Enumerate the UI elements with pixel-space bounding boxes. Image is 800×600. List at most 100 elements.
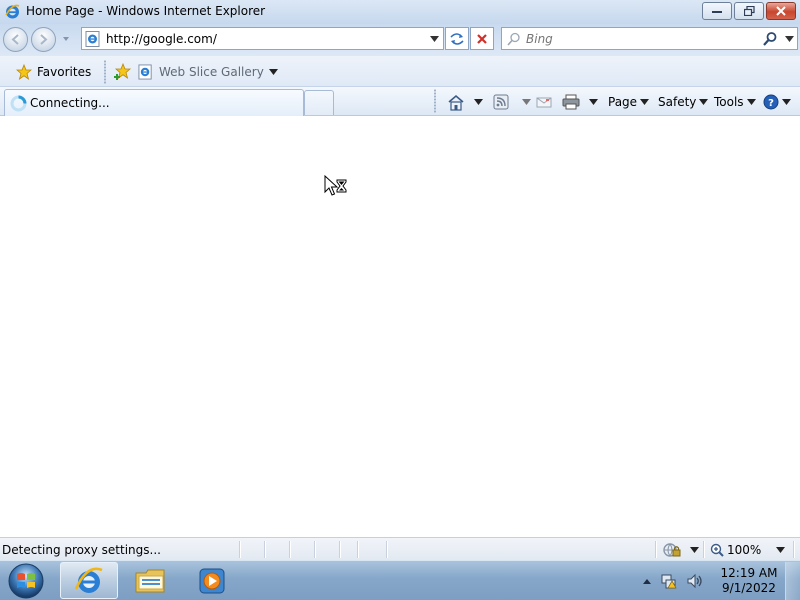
- page-menu[interactable]: Page: [608, 91, 650, 113]
- svg-text:?: ?: [768, 98, 774, 109]
- chevron-down-icon: [589, 99, 598, 105]
- status-divider: [314, 541, 315, 558]
- address-bar[interactable]: [81, 27, 444, 50]
- add-favorite-icon[interactable]: [113, 63, 133, 81]
- chevron-down-icon: [782, 99, 791, 105]
- show-desktop-button[interactable]: [785, 562, 800, 600]
- url-input[interactable]: [106, 32, 426, 46]
- stop-icon: [477, 33, 487, 44]
- forward-arrow-icon: [40, 34, 48, 45]
- folder-icon: [135, 569, 165, 592]
- chevron-down-icon: [690, 547, 699, 553]
- restore-button[interactable]: [734, 2, 764, 20]
- window-title: Home Page - Windows Internet Explorer: [26, 4, 266, 18]
- read-mail-button[interactable]: [536, 91, 552, 113]
- zoom-level: 100%: [727, 543, 762, 557]
- new-tab-button[interactable]: [304, 90, 334, 115]
- chevron-down-icon: [746, 99, 756, 105]
- feeds-button[interactable]: [493, 91, 531, 113]
- taskbar-clock[interactable]: 12:19 AM 9/1/2022: [716, 566, 782, 596]
- search-box[interactable]: [501, 27, 798, 50]
- feeds-icon: [493, 94, 509, 110]
- print-icon: [562, 94, 580, 110]
- restore-icon: [743, 6, 755, 16]
- zoom-button[interactable]: 100%: [710, 541, 786, 559]
- navigation-bar: [0, 24, 800, 56]
- stop-button[interactable]: [470, 27, 494, 50]
- favorites-star-icon: [16, 64, 32, 80]
- help-menu[interactable]: ?: [763, 91, 791, 113]
- status-divider: [386, 541, 387, 558]
- safety-menu-label: Safety: [658, 95, 697, 109]
- show-hidden-icons-icon[interactable]: [642, 577, 652, 585]
- status-text: Detecting proxy settings...: [2, 543, 161, 557]
- address-dropdown-icon[interactable]: [430, 35, 439, 43]
- protected-mode-button[interactable]: [662, 541, 699, 559]
- network-icon[interactable]: [660, 572, 678, 590]
- status-divider: [239, 541, 240, 558]
- close-icon: [776, 6, 786, 16]
- back-arrow-icon: [11, 34, 19, 45]
- ie-page-icon: [138, 64, 152, 80]
- favorites-bar: Favorites Web Slice Gallery: [0, 56, 800, 87]
- recent-pages-dropdown-icon[interactable]: [60, 33, 72, 45]
- status-divider: [289, 541, 290, 558]
- tab-title: Connecting...: [30, 96, 110, 110]
- minimize-button[interactable]: [702, 2, 732, 20]
- chevron-down-icon: [640, 99, 650, 105]
- search-options-dropdown-icon[interactable]: [785, 35, 794, 43]
- tab-bar: Connecting... Page Safety Tools ?: [0, 87, 800, 116]
- busy-cursor-icon: [324, 175, 347, 196]
- volume-icon[interactable]: [686, 572, 704, 590]
- print-button[interactable]: [562, 91, 598, 113]
- web-slice-gallery-link[interactable]: Web Slice Gallery: [138, 61, 278, 83]
- status-bar: Detecting proxy settings... 100%: [0, 537, 800, 560]
- favorites-label: Favorites: [37, 65, 92, 79]
- system-tray: [642, 567, 704, 595]
- toolbar-separator: [104, 60, 106, 84]
- status-divider: [357, 541, 358, 558]
- ie-icon: [5, 4, 20, 19]
- refresh-button[interactable]: [445, 27, 469, 50]
- status-divider: [655, 541, 656, 558]
- search-icon[interactable]: [762, 31, 778, 47]
- status-divider: [264, 541, 265, 558]
- chevron-down-icon: [522, 99, 531, 105]
- favorites-button[interactable]: Favorites: [10, 61, 97, 83]
- forward-button[interactable]: [31, 27, 56, 52]
- toolbar-separator: [434, 89, 436, 113]
- minimize-icon: [712, 11, 722, 13]
- search-input[interactable]: [526, 32, 756, 46]
- taskbar-media-player[interactable]: [183, 562, 241, 599]
- mail-icon: [536, 97, 552, 107]
- tab-connecting[interactable]: Connecting...: [4, 89, 304, 116]
- loading-spinner-icon: [10, 95, 27, 112]
- media-player-icon: [199, 568, 225, 593]
- page-menu-label: Page: [608, 95, 638, 109]
- start-button[interactable]: [6, 562, 46, 600]
- back-button[interactable]: [3, 27, 28, 52]
- taskbar-internet-explorer[interactable]: [60, 562, 118, 599]
- clock-date: 9/1/2022: [722, 581, 776, 595]
- chevron-down-icon: [268, 69, 278, 75]
- refresh-icon: [450, 32, 464, 45]
- status-divider: [703, 541, 704, 558]
- tools-menu[interactable]: Tools: [714, 91, 756, 113]
- chevron-down-icon: [776, 547, 786, 553]
- help-icon: ?: [763, 94, 779, 110]
- close-button[interactable]: [766, 2, 796, 20]
- page-content[interactable]: [0, 117, 800, 537]
- status-divider: [793, 541, 794, 558]
- ie-page-icon: [85, 31, 100, 47]
- chevron-down-icon: [474, 99, 483, 105]
- taskbar: 12:19 AM 9/1/2022: [0, 560, 800, 600]
- search-provider-icon: [507, 32, 520, 46]
- title-bar[interactable]: Home Page - Windows Internet Explorer: [0, 0, 800, 24]
- chevron-down-icon: [699, 99, 709, 105]
- tools-menu-label: Tools: [714, 95, 744, 109]
- status-divider: [339, 541, 340, 558]
- ie-icon: [74, 567, 103, 593]
- home-button[interactable]: [447, 91, 483, 113]
- taskbar-windows-explorer[interactable]: [122, 562, 180, 599]
- safety-menu[interactable]: Safety: [658, 91, 709, 113]
